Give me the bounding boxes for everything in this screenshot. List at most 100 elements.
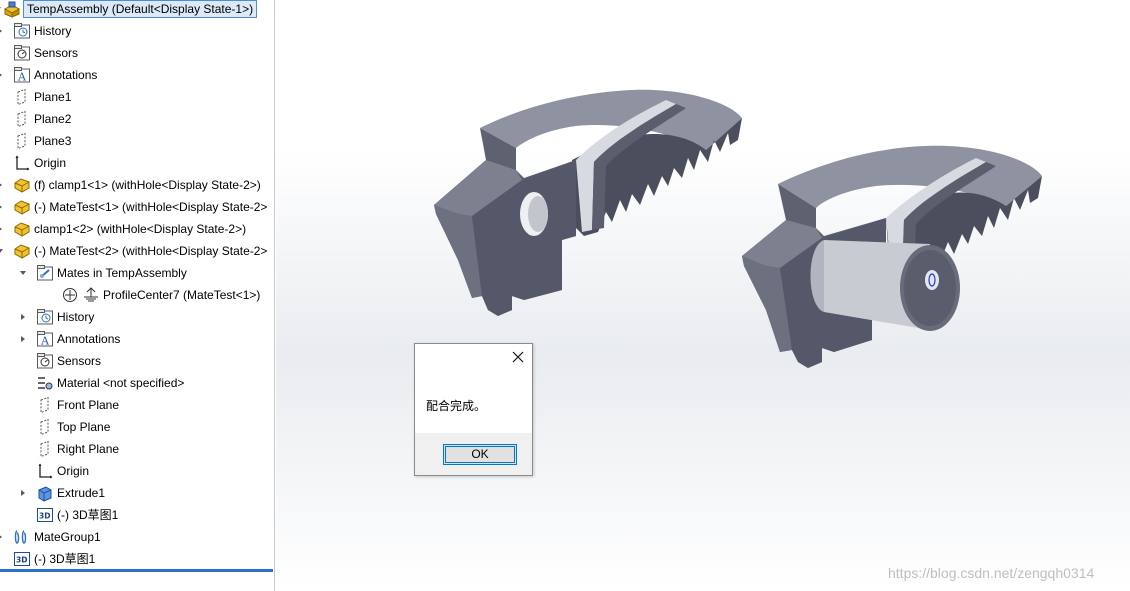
tree-item-label: Top Plane xyxy=(57,420,111,434)
svg-text:A: A xyxy=(40,335,50,348)
tree-item[interactable]: Plane2 xyxy=(0,108,274,130)
part-icon xyxy=(13,220,31,238)
tree-item-label: (f) clamp1<1> (withHole<Display State-2>… xyxy=(34,178,261,192)
expand-arrow-icon[interactable] xyxy=(0,71,5,80)
tree-root-item[interactable]: TempAssembly (Default<Display State-1>) xyxy=(0,0,274,20)
tree-item[interactable]: Front Plane xyxy=(0,394,274,416)
tree-item[interactable]: Sensors xyxy=(0,350,274,372)
tree-item[interactable]: Material <not specified> xyxy=(0,372,274,394)
expand-arrow-icon[interactable] xyxy=(0,27,5,36)
tree-item[interactable]: History xyxy=(0,306,274,328)
expand-arrow-icon[interactable] xyxy=(0,203,5,212)
feature-manager-tree: TempAssembly (Default<Display State-1>) … xyxy=(0,0,275,591)
expand-arrow-icon[interactable] xyxy=(19,335,28,344)
tree-item[interactable]: Mates in TempAssembly xyxy=(0,262,274,284)
tree-bottom-divider xyxy=(0,569,273,572)
tree-item-label: History xyxy=(34,24,72,38)
tree-item-label: Origin xyxy=(34,156,67,170)
expand-arrow-icon[interactable] xyxy=(19,269,28,278)
tree-item-label: Plane3 xyxy=(34,134,72,148)
tree-item-label: MateGroup1 xyxy=(34,530,101,544)
tree-root-label: TempAssembly (Default<Display State-1>) xyxy=(23,0,258,18)
tree-item[interactable]: Origin xyxy=(0,460,274,482)
close-icon[interactable] xyxy=(510,349,526,365)
tree-item[interactable]: (f) clamp1<1> (withHole<Display State-2>… xyxy=(0,174,274,196)
sensors-icon xyxy=(36,352,54,370)
svg-text:3D: 3D xyxy=(39,512,50,521)
tree-item[interactable]: Extrude1 xyxy=(0,482,274,504)
tree-item[interactable]: Right Plane xyxy=(0,438,274,460)
tree-item-label: clamp1<2> (withHole<Display State-2>) xyxy=(34,222,247,236)
expand-arrow-icon[interactable] xyxy=(0,247,5,256)
mategroup-icon xyxy=(13,528,31,546)
plane-icon xyxy=(36,418,54,436)
ok-button[interactable]: OK xyxy=(443,444,517,465)
tree-item[interactable]: (-) MateTest<2> (withHole<Display State-… xyxy=(0,240,274,262)
expand-arrow-icon[interactable] xyxy=(0,533,5,542)
expand-arrow-icon[interactable] xyxy=(19,313,28,322)
tree-item-label: Annotations xyxy=(57,332,121,346)
tree-item[interactable]: Top Plane xyxy=(0,416,274,438)
tree-item-label: Material <not specified> xyxy=(57,376,185,390)
tree-item[interactable]: A Annotations xyxy=(0,328,274,350)
tree-item-label: ProfileCenter7 (MateTest<1>) xyxy=(103,288,261,302)
tree-item-label: (-) 3D草图1 xyxy=(34,552,96,566)
part-icon xyxy=(13,176,31,194)
watermark-text: https://blog.csdn.net/zengqh0314 xyxy=(888,565,1095,581)
tree-item[interactable]: A Annotations xyxy=(0,64,274,86)
tree-item[interactable]: Plane1 xyxy=(0,86,274,108)
origin-icon xyxy=(13,154,31,172)
tree-item[interactable]: clamp1<2> (withHole<Display State-2>) xyxy=(0,218,274,240)
tree-item[interactable]: 3D (-) 3D草图1 xyxy=(0,548,274,570)
svg-text:3D: 3D xyxy=(16,556,27,565)
graphics-viewport[interactable]: https://blog.csdn.net/zengqh0314 xyxy=(276,0,1130,591)
plane-icon xyxy=(36,396,54,414)
material-icon xyxy=(36,374,54,392)
sensors-icon xyxy=(13,44,31,62)
tree-item-label: (-) MateTest<1> (withHole<Display State-… xyxy=(34,200,268,214)
tree-item-label: Sensors xyxy=(57,354,102,368)
tree-item-label: Mates in TempAssembly xyxy=(57,266,187,280)
tree-item[interactable]: MateGroup1 xyxy=(0,526,274,548)
tree-item-label: Annotations xyxy=(34,68,98,82)
part-icon xyxy=(13,242,31,260)
tree-item-label: Plane1 xyxy=(34,90,72,104)
tree-item-label: (-) 3D草图1 xyxy=(57,508,119,522)
tree-item[interactable]: History xyxy=(0,20,274,42)
origin-icon xyxy=(36,462,54,480)
tree-item[interactable]: 3D (-) 3D草图1 xyxy=(0,504,274,526)
expand-arrow-icon[interactable] xyxy=(0,5,3,14)
sketch-3d-icon: 3D xyxy=(36,506,54,524)
expand-arrow-icon[interactable] xyxy=(19,489,28,498)
assembly-icon xyxy=(3,0,21,18)
mate-status-icon xyxy=(61,286,79,304)
plane-icon xyxy=(13,110,31,128)
ground-icon xyxy=(82,286,100,304)
tree-item[interactable]: ProfileCenter7 (MateTest<1>) xyxy=(0,284,274,306)
plane-icon xyxy=(36,440,54,458)
tree-item-label: Front Plane xyxy=(57,398,120,412)
history-icon xyxy=(13,22,31,40)
annotations-icon: A xyxy=(36,330,54,348)
extrude-icon xyxy=(36,484,54,502)
tree-item[interactable]: Origin xyxy=(0,152,274,174)
expand-arrow-icon[interactable] xyxy=(0,181,5,190)
tree-item-label: Plane2 xyxy=(34,112,72,126)
tree-item-label: Sensors xyxy=(34,46,79,60)
tree-item[interactable]: (-) MateTest<1> (withHole<Display State-… xyxy=(0,196,274,218)
expand-arrow-icon[interactable] xyxy=(0,225,5,234)
plane-icon xyxy=(13,88,31,106)
tree-item[interactable]: Plane3 xyxy=(0,130,274,152)
tree-item[interactable]: Sensors xyxy=(0,42,274,64)
